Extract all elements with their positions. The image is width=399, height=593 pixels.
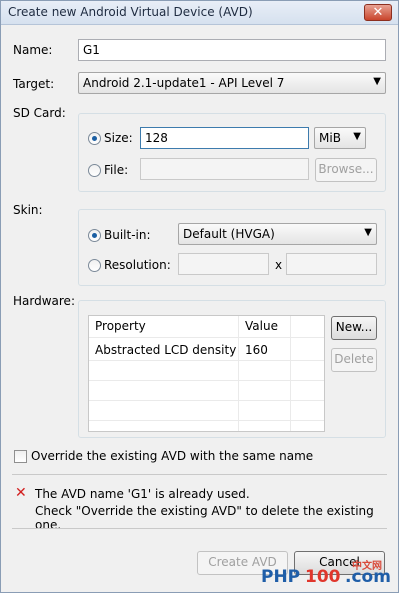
column-divider bbox=[290, 316, 291, 431]
title-bar: Create new Android Virtual Device (AVD) … bbox=[1, 1, 398, 25]
sdcard-file-radio[interactable] bbox=[88, 164, 101, 177]
resolution-x-label: x bbox=[275, 258, 283, 272]
sdcard-unit-select[interactable]: MiB ▼ bbox=[314, 127, 366, 149]
sdcard-unit-value: MiB bbox=[319, 131, 341, 145]
header-divider bbox=[89, 337, 324, 338]
error-message-line1: The AVD name 'G1' is already used. bbox=[35, 487, 250, 501]
sdcard-size-label: Size: bbox=[104, 131, 133, 145]
watermark-com: .com bbox=[345, 567, 391, 587]
watermark-logo: 中文网 PHP 100 .com bbox=[261, 559, 396, 589]
watermark-php: PHP bbox=[261, 567, 301, 587]
name-label: Name: bbox=[13, 43, 53, 57]
chevron-down-icon: ▼ bbox=[373, 76, 381, 87]
sdcard-file-input[interactable] bbox=[140, 158, 309, 180]
skin-label: Skin: bbox=[13, 203, 43, 217]
sdcard-file-label: File: bbox=[104, 163, 129, 177]
override-checkbox[interactable] bbox=[14, 450, 27, 463]
table-cell-property[interactable]: Abstracted LCD density bbox=[89, 340, 239, 360]
row-divider bbox=[89, 380, 324, 381]
column-header-property[interactable]: Property bbox=[89, 316, 239, 337]
skin-builtin-select[interactable]: Default (HVGA) ▼ bbox=[178, 223, 377, 245]
resolution-width-input[interactable] bbox=[178, 253, 269, 275]
column-divider bbox=[238, 316, 239, 431]
skin-resolution-label: Resolution: bbox=[104, 258, 171, 272]
browse-button[interactable]: Browse... bbox=[315, 158, 377, 182]
divider bbox=[12, 474, 387, 475]
hardware-table[interactable]: Property Value Abstracted LCD density 16… bbox=[88, 315, 325, 432]
row-divider bbox=[89, 360, 324, 361]
row-divider bbox=[89, 400, 324, 401]
close-button[interactable]: ✕ bbox=[364, 4, 392, 21]
watermark-100: 100 bbox=[305, 567, 341, 587]
skin-builtin-radio[interactable] bbox=[88, 229, 101, 242]
target-label: Target: bbox=[13, 77, 55, 91]
skin-builtin-label: Built-in: bbox=[104, 228, 151, 242]
override-label: Override the existing AVD with the same … bbox=[31, 449, 314, 463]
sdcard-size-input[interactable]: 128 bbox=[140, 127, 309, 149]
target-select[interactable]: Android 2.1-update1 - API Level 7 ▼ bbox=[78, 72, 386, 94]
row-divider bbox=[89, 420, 324, 421]
target-select-value: Android 2.1-update1 - API Level 7 bbox=[83, 76, 285, 90]
skin-resolution-radio[interactable] bbox=[88, 259, 101, 272]
skin-builtin-value: Default (HVGA) bbox=[183, 227, 275, 241]
column-header-value[interactable]: Value bbox=[239, 316, 291, 337]
name-field[interactable]: G1 bbox=[78, 39, 386, 61]
error-icon: ✕ bbox=[15, 485, 27, 501]
avd-dialog: Create new Android Virtual Device (AVD) … bbox=[0, 0, 399, 593]
resolution-height-input[interactable] bbox=[286, 253, 377, 275]
sdcard-label: SD Card: bbox=[13, 106, 66, 120]
chevron-down-icon: ▼ bbox=[364, 227, 372, 238]
table-cell-value[interactable]: 160 bbox=[239, 340, 291, 360]
delete-hardware-button[interactable]: Delete bbox=[331, 348, 377, 372]
divider bbox=[12, 528, 387, 529]
chevron-down-icon: ▼ bbox=[353, 131, 361, 142]
window-title: Create new Android Virtual Device (AVD) bbox=[8, 5, 253, 19]
hardware-label: Hardware: bbox=[13, 294, 75, 308]
sdcard-size-radio[interactable] bbox=[88, 132, 101, 145]
new-hardware-button[interactable]: New... bbox=[331, 316, 377, 340]
